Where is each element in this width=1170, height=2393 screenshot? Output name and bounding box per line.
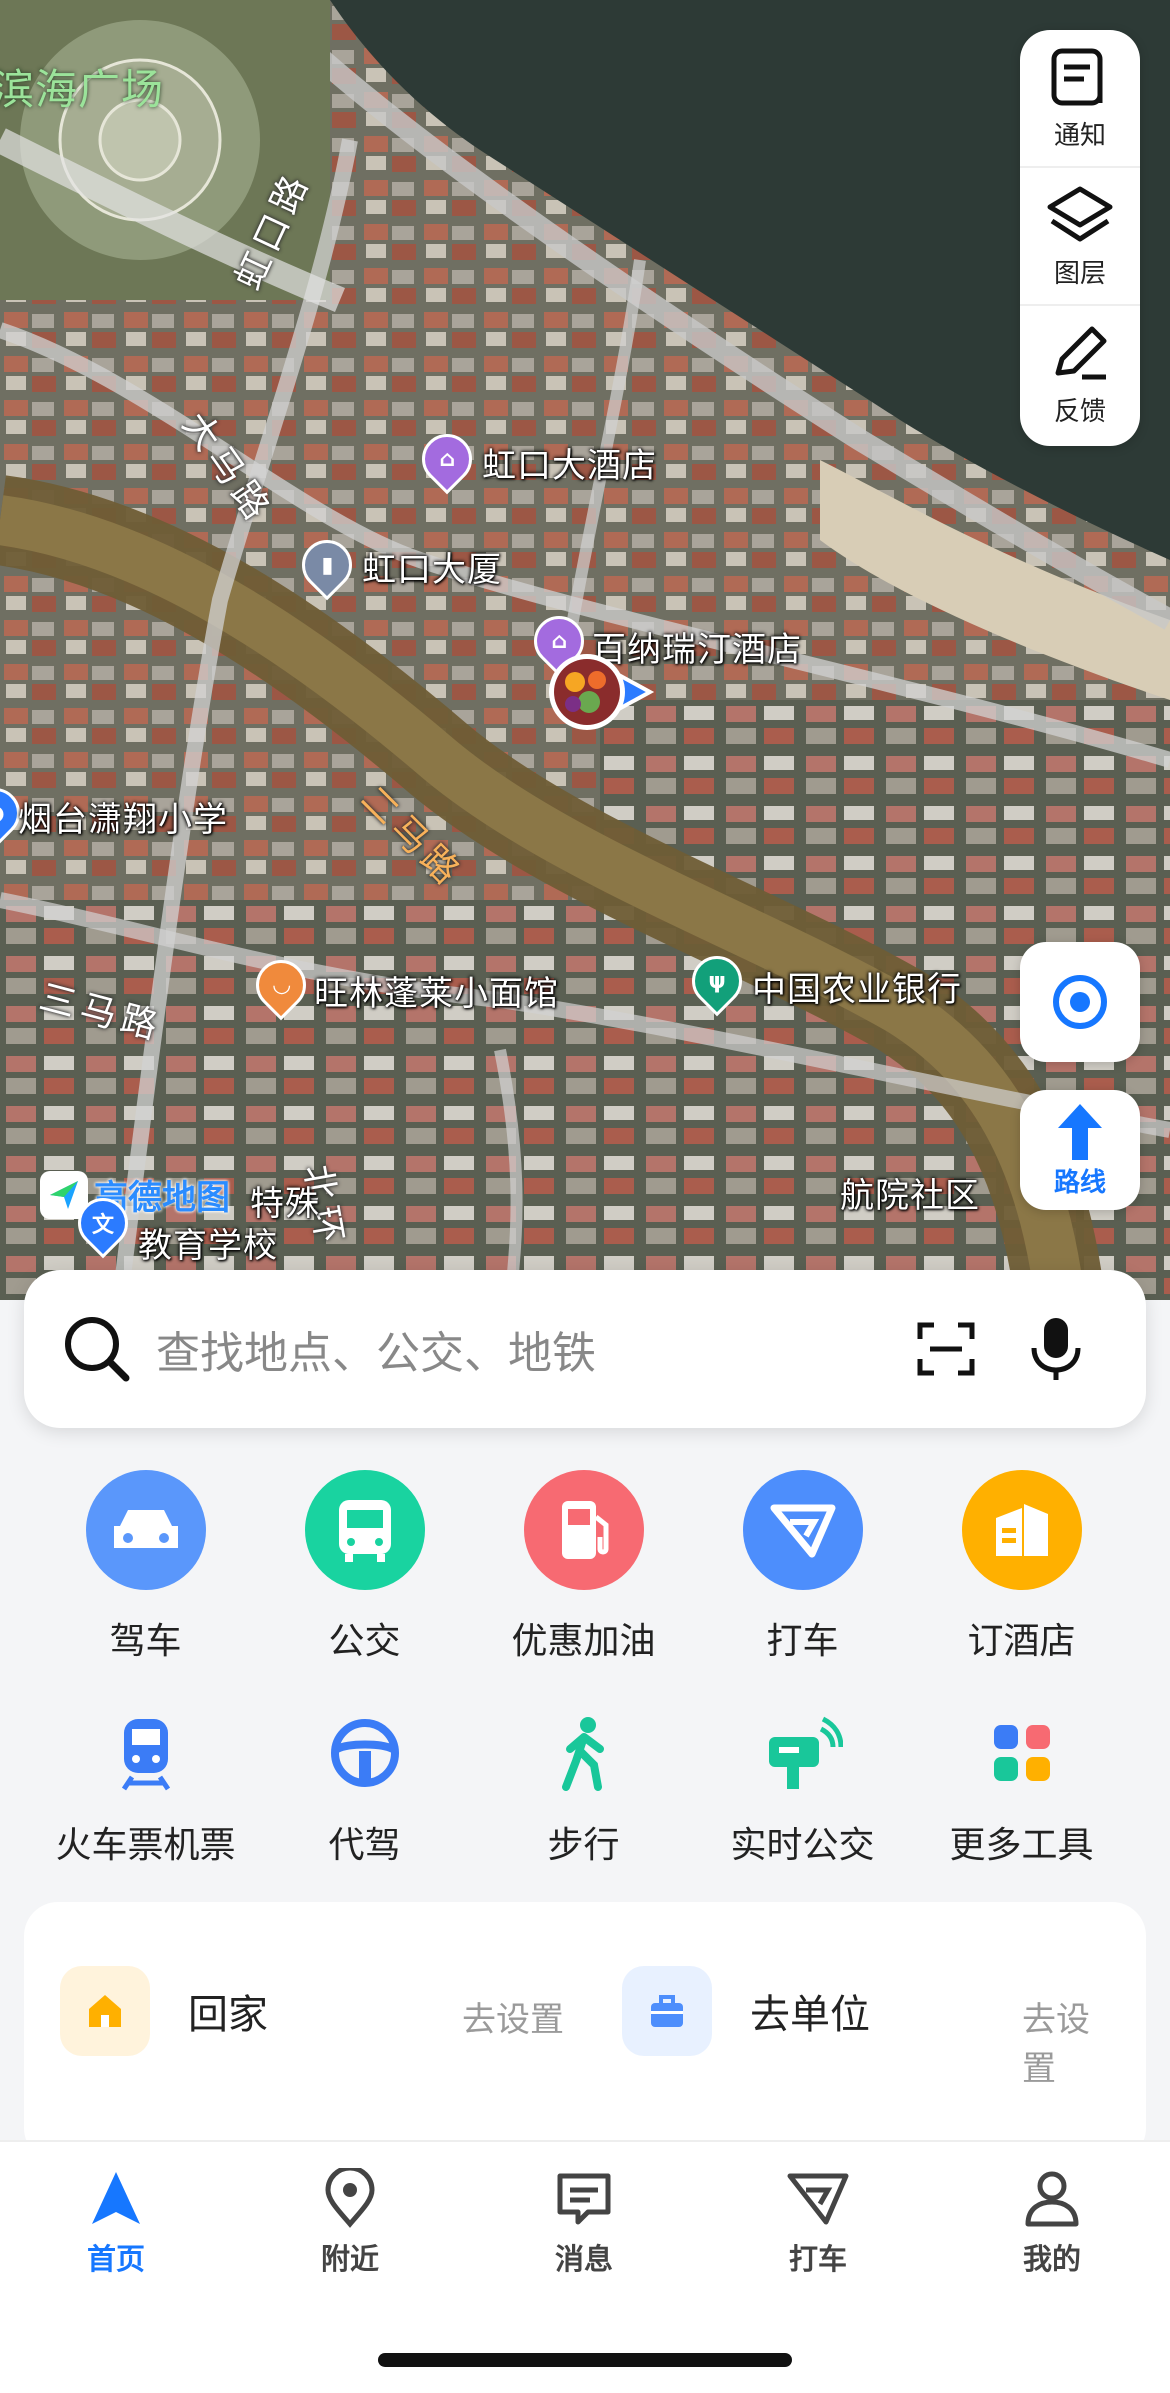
current-location-marker[interactable]	[545, 652, 655, 732]
bus-icon	[304, 1470, 425, 1590]
tool-more[interactable]: 更多工具	[912, 1708, 1131, 1868]
notice-button[interactable]: 通知	[1020, 30, 1140, 168]
steering-wheel-icon	[320, 1708, 410, 1798]
message-icon	[557, 2173, 611, 2225]
route-button[interactable]: 路线	[1020, 1090, 1140, 1210]
location-pin-icon	[325, 2168, 375, 2228]
tool-train[interactable]: 火车票机票	[36, 1708, 255, 1868]
tool-walk-label: 步行	[547, 1825, 620, 1866]
map-label-school1[interactable]: 烟台潇翔小学	[18, 792, 228, 841]
tab-home-label: 首页	[86, 2242, 145, 2276]
map-label-hotel1[interactable]: 虹口大酒店	[482, 438, 657, 487]
home-label: 回家	[188, 1992, 268, 2038]
map-label-square[interactable]: 滨海广场	[0, 56, 164, 117]
tool-train-label: 火车票机票	[55, 1825, 236, 1866]
tab-me[interactable]: 我的	[972, 2168, 1132, 2278]
work-shortcut[interactable]: 去单位 去设置	[622, 1966, 1122, 2089]
tool-hotel[interactable]: 订酒店	[912, 1470, 1131, 1664]
map-label-restaurant[interactable]: 旺林蓬莱小面馆	[314, 966, 559, 1015]
tool-bus[interactable]: 公交	[255, 1470, 474, 1664]
map-view[interactable]: 滨海广场 虹口路 大马路 二马路 三马路 北环 ⌂ 虹口大酒店 ▮ 虹口大厦 ⌂…	[0, 0, 1170, 1300]
tool-designated-driver[interactable]: 代驾	[255, 1708, 474, 1868]
tool-drive-label: 驾车	[109, 1621, 182, 1662]
home-shortcut[interactable]: 回家 去设置	[60, 1966, 580, 2056]
map-label-bank[interactable]: 中国农业银行	[752, 962, 962, 1011]
hotel-icon	[961, 1470, 1082, 1590]
route-label: 路线	[1053, 1167, 1106, 1198]
taxi-icon	[742, 1470, 863, 1590]
layers-icon	[1047, 186, 1113, 241]
tab-messages[interactable]: 消息	[504, 2168, 664, 2278]
map-label-building[interactable]: 虹口大厦	[362, 542, 502, 591]
navigation-arrow-icon	[92, 2172, 140, 2224]
tool-taxi[interactable]: 打车	[693, 1470, 912, 1664]
notice-label: 通知	[1053, 120, 1106, 151]
tool-fuel[interactable]: 优惠加油	[474, 1470, 693, 1664]
amap-logo: 高德地图	[40, 1170, 230, 1219]
search-bar[interactable]: 查找地点、公交、地铁	[24, 1270, 1146, 1428]
tool-fuel-label: 优惠加油	[511, 1621, 656, 1662]
tab-messages-label: 消息	[554, 2242, 613, 2276]
work-set-button[interactable]: 去设置	[1022, 1992, 1122, 2090]
briefcase-icon	[622, 1966, 712, 2056]
tool-walk[interactable]: 步行	[474, 1708, 693, 1868]
gas-station-icon	[523, 1470, 644, 1590]
home-set-button[interactable]: 去设置	[462, 1992, 564, 2041]
feedback-label: 反馈	[1053, 396, 1106, 427]
tab-me-label: 我的	[1022, 2242, 1081, 2276]
layers-label: 图层	[1053, 258, 1106, 289]
tool-taxi-label: 打车	[766, 1621, 839, 1662]
microphone-icon[interactable]	[1028, 1314, 1084, 1384]
tab-nearby-label: 附近	[320, 2242, 379, 2276]
scan-icon[interactable]	[914, 1317, 978, 1381]
map-label-school2-line2[interactable]: 教育学校	[138, 1218, 278, 1267]
locate-button[interactable]	[1020, 942, 1140, 1062]
tab-taxi-label: 打车	[788, 2242, 847, 2276]
work-label: 去单位	[750, 1992, 870, 2038]
tool-realtime-bus[interactable]: 实时公交	[693, 1708, 912, 1868]
home-indicator[interactable]	[378, 2353, 792, 2367]
notice-icon	[1051, 48, 1103, 105]
feedback-button[interactable]: 反馈	[1020, 306, 1140, 442]
tools-grid: 驾车 公交 优惠加油 打车 订酒店 火车票机票 代驾 步行 实时公交 更多工具	[0, 1470, 1170, 1868]
tool-bus-label: 公交	[328, 1621, 401, 1662]
search-input[interactable]: 查找地点、公交、地铁	[156, 1317, 914, 1381]
shortcuts-card: 回家 去设置 去单位 去设置	[24, 1902, 1146, 2162]
realtime-bus-icon	[758, 1708, 848, 1798]
car-icon	[85, 1470, 206, 1590]
tool-hotel-label: 订酒店	[967, 1621, 1076, 1662]
tool-realtime-bus-label: 实时公交	[730, 1825, 875, 1866]
search-icon	[65, 1317, 130, 1382]
user-icon	[1025, 2171, 1079, 2227]
map-label-community[interactable]: 航院社区	[840, 1168, 980, 1217]
tab-nearby[interactable]: 附近	[270, 2168, 430, 2278]
walk-icon	[539, 1708, 629, 1798]
tool-more-label: 更多工具	[949, 1825, 1094, 1866]
tool-designated-driver-label: 代驾	[328, 1825, 401, 1866]
more-tools-icon	[977, 1708, 1067, 1798]
tab-home[interactable]: 首页	[36, 2168, 196, 2278]
layers-button[interactable]: 图层	[1020, 168, 1140, 306]
tab-taxi[interactable]: 打车	[738, 2168, 898, 2278]
satellite-imagery	[0, 0, 1170, 1300]
tool-drive[interactable]: 驾车	[36, 1470, 255, 1664]
locate-icon	[1053, 975, 1107, 1029]
map-control-panel: 通知 图层 反馈	[1020, 30, 1140, 446]
feedback-icon	[1055, 326, 1107, 379]
home-icon	[60, 1966, 150, 2056]
route-arrow-icon	[1058, 1103, 1102, 1160]
taxi-tab-icon	[787, 2173, 849, 2225]
train-icon	[101, 1708, 191, 1798]
